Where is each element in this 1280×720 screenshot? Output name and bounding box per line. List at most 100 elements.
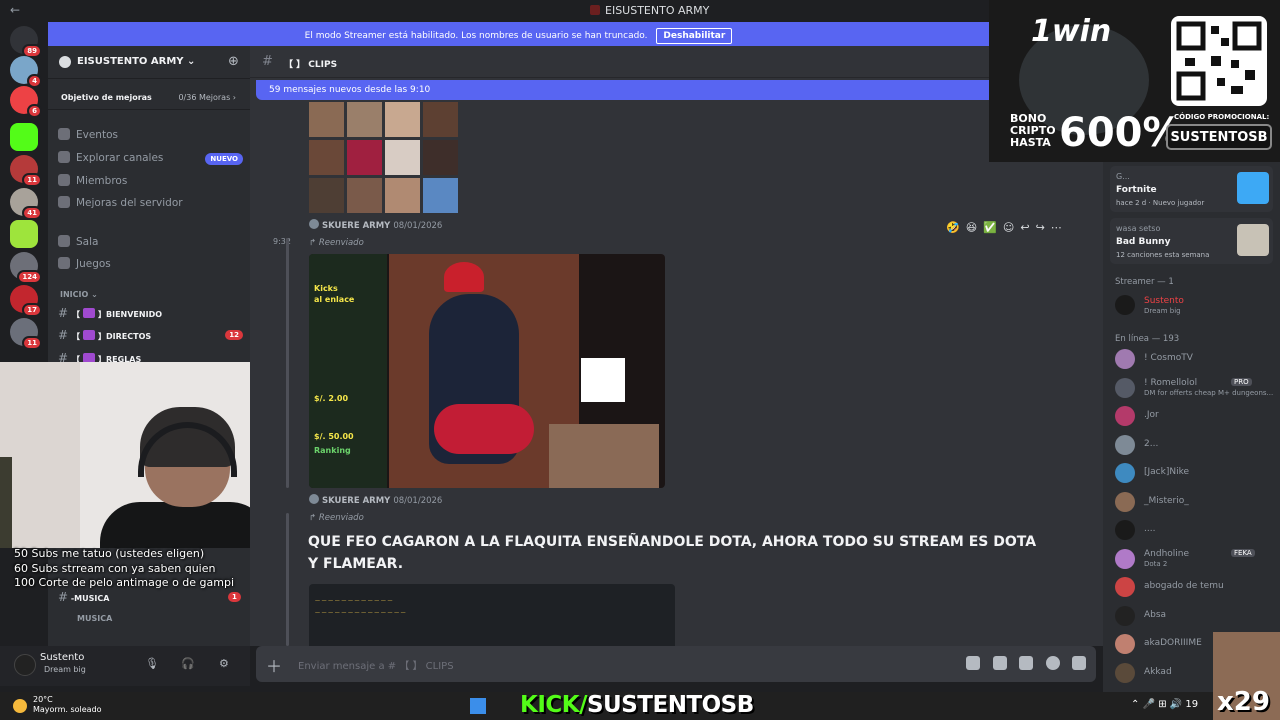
- bono-percent: 600%: [1059, 110, 1183, 156]
- stream-screenshot[interactable]: Kicks al enlace $/. 2.00 $/. 50.00 Ranki…: [309, 254, 665, 488]
- server-list: 89 4 6 11 41 124 17 11: [0, 22, 48, 692]
- channel-musica-2[interactable]: MUSICA: [77, 614, 279, 632]
- boost-goal[interactable]: Objetivo de mejoras 0/36 Mejoras ›: [48, 86, 250, 110]
- message-text: QUE FEO CAGARON A LA FLAQUITA ENSEÑANDOL…: [308, 534, 1037, 572]
- channel-musica-1[interactable]: # -MUSICA 1: [58, 590, 260, 608]
- message-input[interactable]: Enviar mensaje a # 【 】 CLIPS: [298, 657, 454, 672]
- app-icon: [590, 5, 600, 15]
- member-item[interactable]: [Jack]Nike: [1115, 463, 1275, 483]
- server-icon[interactable]: 41: [10, 188, 42, 220]
- windows-start-icon[interactable]: [470, 698, 486, 714]
- album-cover-icon: [1237, 224, 1269, 256]
- member-item[interactable]: ! Romellolol PRO DM for offerts cheap M+ d…: [1115, 377, 1275, 398]
- weather-widget[interactable]: 20°C Mayorm. soleado: [33, 695, 102, 715]
- member-item[interactable]: Absa: [1115, 605, 1275, 626]
- gift-icon[interactable]: [966, 656, 980, 670]
- calendar-icon: [58, 128, 70, 140]
- more-icon[interactable]: ⋯: [1051, 221, 1062, 234]
- channel-directos[interactable]: # 【】DIRECTOS 12: [58, 328, 243, 346]
- member-item[interactable]: abogado de temu: [1115, 577, 1275, 597]
- image-grid[interactable]: [309, 102, 461, 213]
- avatar: [1115, 406, 1135, 426]
- server-badge: 124: [17, 270, 42, 284]
- activity-card[interactable]: wasa setso Bad Bunny 12 canciones esta s…: [1110, 218, 1273, 264]
- hash-icon: #: [58, 306, 69, 320]
- member-name: ! Romellolol: [1144, 377, 1198, 388]
- apps-icon[interactable]: [1072, 656, 1086, 670]
- emoji-icon[interactable]: [1046, 656, 1060, 670]
- member-item[interactable]: 2...: [1115, 434, 1275, 455]
- activity-card[interactable]: G... Fortnite hace 2 d · Nuevo jugador: [1110, 166, 1273, 212]
- chat-screenshot[interactable]: — — — — — — — — — — — — — — — — — — — — …: [309, 584, 675, 646]
- nav-browse-channels[interactable]: Explorar canales NUEVO: [58, 151, 243, 171]
- window-title: EISUSTENTO ARMY: [590, 4, 709, 17]
- attach-plus-icon[interactable]: ＋: [266, 653, 282, 677]
- settings-icon[interactable]: ⚙: [219, 657, 229, 670]
- server-icon[interactable]: [10, 220, 38, 248]
- author-avatar: [309, 219, 319, 229]
- add-reaction-icon[interactable]: ☺: [1003, 221, 1014, 234]
- server-badge: 17: [22, 303, 42, 317]
- reply-icon[interactable]: ↩: [1020, 221, 1029, 234]
- system-tray[interactable]: ⌃ 🎤 ⊞ 🔊 19: [1131, 699, 1198, 710]
- dm-home-icon[interactable]: 89: [10, 26, 42, 58]
- kick-server-icon[interactable]: [10, 123, 38, 151]
- headphones-icon[interactable]: 🎧: [181, 657, 195, 670]
- message-author[interactable]: SKUERE ARMY 08/01/2026: [309, 219, 442, 231]
- server-icon[interactable]: 124: [10, 252, 42, 284]
- voice-sala[interactable]: Sala: [58, 235, 243, 255]
- server-icon[interactable]: 6: [10, 86, 42, 118]
- browse-icon: [58, 151, 70, 163]
- server-icon[interactable]: 11: [10, 155, 42, 187]
- gif-icon[interactable]: [993, 656, 1007, 670]
- hash-icon: #: [58, 590, 69, 604]
- sticker-icon[interactable]: [1019, 656, 1033, 670]
- user-avatar[interactable]: [14, 654, 36, 676]
- reaction-icon[interactable]: 🤣: [946, 221, 960, 234]
- nav-events[interactable]: Eventos: [58, 128, 243, 148]
- boost-goal-value: 0/36 Mejoras ›: [178, 93, 236, 102]
- guild-header[interactable]: EISUSTENTO ARMY ⌄ ⊕: [48, 46, 250, 79]
- server-icon[interactable]: 4: [10, 56, 42, 88]
- new-messages-bar[interactable]: 59 mensajes nuevos desde las 9:10: [256, 80, 996, 100]
- new-badge: NUEVO: [205, 153, 243, 165]
- message-actions: 🤣 😆 ✅ ☺ ↩ ↪ ⋯: [946, 221, 1068, 234]
- hash-icon: #: [262, 54, 273, 69]
- server-icon[interactable]: 11: [10, 318, 42, 350]
- add-member-icon[interactable]: ⊕: [228, 54, 239, 69]
- online-header: En línea — 193: [1115, 334, 1180, 344]
- user-name: Sustento: [40, 652, 85, 663]
- nav-server-boosts[interactable]: Mejoras del servidor: [58, 196, 243, 216]
- disable-streamer-button[interactable]: Deshabilitar: [656, 28, 733, 44]
- boost-goal-label: Objetivo de mejoras: [61, 93, 152, 102]
- message-author[interactable]: SKUERE ARMY 08/01/2026: [309, 494, 442, 506]
- member-item[interactable]: ....: [1115, 520, 1275, 540]
- promo-code: SUSTENTOSB: [1166, 124, 1272, 150]
- server-icon[interactable]: 17: [10, 285, 42, 317]
- voice-juegos[interactable]: Juegos: [58, 257, 243, 277]
- mic-icon[interactable]: 🎙: [145, 657, 159, 670]
- avatar: [1115, 605, 1135, 626]
- reaction-icon[interactable]: 😆: [966, 221, 977, 234]
- member-item[interactable]: Andholine FEKA Dota 2: [1115, 548, 1275, 569]
- streamer-header: Streamer — 1: [1115, 277, 1174, 287]
- member-item[interactable]: ! CosmoTV: [1115, 349, 1275, 369]
- category-inicio[interactable]: INICIO ⌄: [60, 290, 98, 299]
- avatar: [1115, 463, 1135, 483]
- user-status: Dream big: [44, 665, 86, 674]
- member-name: ....: [1144, 524, 1156, 534]
- check-icon[interactable]: ✅: [983, 221, 997, 234]
- avatar: [1115, 662, 1135, 683]
- member-item[interactable]: _Misterio_: [1115, 491, 1275, 512]
- member-name: .Jor: [1144, 410, 1159, 420]
- qr-code: [581, 358, 625, 402]
- channel-bienvenido[interactable]: # 【】BIENVENIDO: [58, 306, 243, 324]
- sticker-multiplier: x29: [1217, 687, 1270, 717]
- nav-members[interactable]: Miembros: [58, 174, 243, 194]
- guild-name[interactable]: EISUSTENTO ARMY ⌄: [77, 56, 195, 67]
- forward-icon[interactable]: ↪: [1036, 221, 1045, 234]
- hash-icon: #: [58, 328, 69, 342]
- back-arrow-icon[interactable]: ←: [10, 3, 20, 17]
- member-item[interactable]: Sustento Dream big: [1115, 295, 1275, 319]
- member-item[interactable]: .Jor: [1115, 406, 1275, 426]
